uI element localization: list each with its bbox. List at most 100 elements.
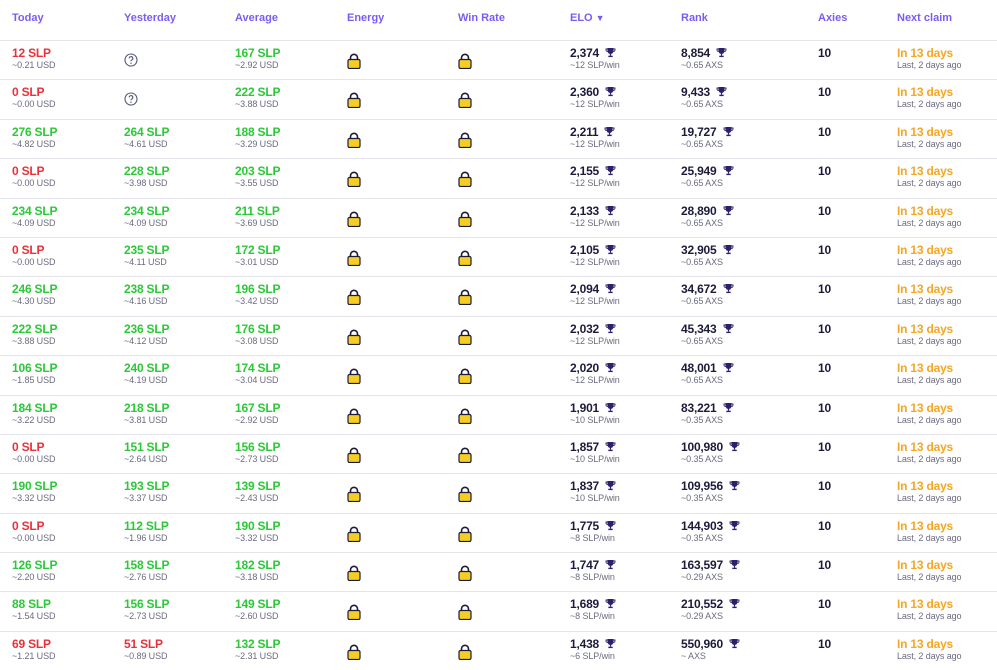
- elo-value: 1,775: [570, 518, 600, 533]
- average-cell: 196 SLP ~3.42 USD: [235, 282, 280, 307]
- axies-cell: 10: [818, 125, 831, 139]
- header-today[interactable]: Today: [12, 12, 44, 24]
- table-row[interactable]: 0 SLP ~0.00 USD 222 SLP ~3.88 USD 2,360 ~12 S…: [0, 80, 997, 120]
- today-slp: 246 SLP: [12, 282, 58, 297]
- rank-cell: 9,433 ~0.65 AXS: [681, 85, 727, 110]
- header-energy[interactable]: Energy: [347, 12, 384, 24]
- lock-icon[interactable]: [347, 447, 361, 463]
- lock-icon[interactable]: [458, 132, 472, 148]
- table-row[interactable]: 0 SLP ~0.00 USD 112 SLP ~1.96 USD 190 SLP ~3.…: [0, 514, 997, 554]
- lock-icon[interactable]: [347, 644, 361, 660]
- table-row[interactable]: 69 SLP ~1.21 USD 51 SLP ~0.89 USD 132 SLP ~2.…: [0, 632, 997, 670]
- axies-count: 10: [818, 518, 831, 533]
- lock-icon[interactable]: [347, 250, 361, 266]
- lock-icon[interactable]: [458, 289, 472, 306]
- today-usd: ~1.85 USD: [12, 375, 56, 386]
- yesterday-usd: ~4.61 USD: [124, 138, 168, 149]
- claim-cell: In 13 days Last, 2 days ago: [897, 322, 962, 347]
- table-row[interactable]: 12 SLP ~0.21 USD 167 SLP ~2.92 USD 2,374 ~12 …: [0, 41, 997, 81]
- today-cell: 234 SLP ~4.09 USD: [12, 204, 57, 229]
- today-usd: ~4.82 USD: [12, 138, 56, 149]
- table-row[interactable]: 234 SLP ~4.09 USD 234 SLP ~4.09 USD 211 SLP ~…: [0, 199, 997, 238]
- table-row[interactable]: 0 SLP ~0.00 USD 228 SLP ~3.98 USD 203 SLP ~3.…: [0, 159, 997, 199]
- today-usd: ~3.88 USD: [12, 335, 56, 346]
- lock-icon[interactable]: [347, 526, 361, 542]
- header-elo-group[interactable]: ELO ▼: [570, 12, 605, 24]
- table-row[interactable]: 126 SLP ~2.20 USD 158 SLP ~2.76 USD 182 SLP ~…: [0, 553, 997, 593]
- lock-icon[interactable]: [347, 92, 361, 109]
- header-axies[interactable]: Axies: [818, 12, 847, 24]
- yesterday-slp: 235 SLP: [124, 242, 170, 257]
- lock-icon[interactable]: [347, 171, 361, 188]
- trophy-icon: [599, 401, 616, 415]
- lock-icon[interactable]: [347, 408, 361, 424]
- table-row[interactable]: 190 SLP ~3.32 USD 193 SLP ~3.37 USD 139 SLP ~…: [0, 474, 997, 514]
- next-claim: In 13 days: [897, 85, 954, 100]
- lock-icon[interactable]: [347, 604, 361, 621]
- lock-icon[interactable]: [347, 211, 361, 227]
- claim-cell: In 13 days Last, 2 days ago: [897, 597, 962, 622]
- lock-icon[interactable]: [458, 211, 472, 227]
- lock-icon[interactable]: [458, 447, 472, 463]
- trophy-icon: [599, 85, 616, 99]
- yesterday-cell: 238 SLP ~4.16 USD: [124, 282, 169, 307]
- table-row[interactable]: 222 SLP ~3.88 USD 236 SLP ~4.12 USD 176 SLP ~…: [0, 317, 997, 357]
- elo-value: 2,374: [570, 46, 600, 60]
- header-average[interactable]: Average: [235, 12, 278, 24]
- table-row[interactable]: 184 SLP ~3.22 USD 218 SLP ~3.81 USD 167 SLP ~…: [0, 396, 997, 435]
- lock-icon[interactable]: [458, 368, 472, 385]
- lock-icon[interactable]: [458, 171, 472, 188]
- lock-icon[interactable]: [458, 526, 472, 542]
- average-cell: 167 SLP ~2.92 USD: [235, 46, 280, 71]
- next-claim: In 13 days: [897, 439, 954, 454]
- axies-cell: 10: [818, 361, 831, 375]
- elo-cell: 2,032 ~12 SLP/win: [570, 322, 620, 347]
- lock-icon[interactable]: [347, 486, 361, 503]
- yesterday-cell: 235 SLP ~4.11 USD: [124, 243, 169, 268]
- header-next-claim[interactable]: Next claim: [897, 12, 952, 24]
- trophy-icon: [717, 164, 734, 178]
- trophy-icon: [599, 204, 616, 218]
- header-yesterday[interactable]: Yesterday: [124, 12, 176, 24]
- lock-icon[interactable]: [458, 250, 472, 266]
- lock-icon[interactable]: [458, 565, 472, 582]
- lock-icon[interactable]: [347, 565, 361, 582]
- claim-cell: In 13 days Last, 2 days ago: [897, 558, 962, 583]
- lock-icon[interactable]: [458, 92, 472, 109]
- claim-cell: In 13 days Last, 2 days ago: [897, 46, 962, 71]
- lock-icon[interactable]: [347, 132, 361, 148]
- table-row[interactable]: 276 SLP ~4.82 USD 264 SLP ~4.61 USD 188 SLP ~…: [0, 120, 997, 160]
- help-circle-icon[interactable]: [124, 53, 138, 67]
- average-usd: ~2.60 USD: [235, 611, 279, 622]
- lock-icon[interactable]: [347, 53, 361, 69]
- last-claim: Last, 2 days ago: [897, 650, 962, 661]
- table-row[interactable]: 0 SLP ~0.00 USD 151 SLP ~2.64 USD 156 SLP ~2.…: [0, 435, 997, 475]
- average-cell: 182 SLP ~3.18 USD: [235, 558, 280, 583]
- trophy-icon: [599, 361, 616, 375]
- lock-icon[interactable]: [458, 604, 472, 621]
- today-slp: 190 SLP: [12, 479, 58, 494]
- lock-icon[interactable]: [458, 644, 472, 660]
- lock-icon[interactable]: [347, 368, 361, 385]
- header-rank[interactable]: Rank: [681, 12, 708, 24]
- lock-icon[interactable]: [347, 289, 361, 306]
- yesterday-usd: ~4.11 USD: [124, 256, 167, 267]
- lock-icon[interactable]: [458, 408, 472, 424]
- help-circle-icon[interactable]: [124, 92, 138, 106]
- trophy-icon: [599, 440, 616, 454]
- lock-icon[interactable]: [458, 486, 472, 503]
- table-row[interactable]: 246 SLP ~4.30 USD 238 SLP ~4.16 USD 196 SLP ~…: [0, 277, 997, 317]
- table-row[interactable]: 88 SLP ~1.54 USD 156 SLP ~2.73 USD 149 SLP ~2…: [0, 592, 997, 632]
- yesterday-slp: 234 SLP: [124, 203, 170, 218]
- lock-icon[interactable]: [347, 329, 361, 345]
- lock-icon[interactable]: [458, 53, 472, 69]
- header-win-rate[interactable]: Win Rate: [458, 12, 505, 24]
- today-cell: 0 SLP ~0.00 USD: [12, 164, 55, 189]
- lock-icon[interactable]: [458, 329, 472, 345]
- last-claim: Last, 2 days ago: [897, 453, 962, 464]
- average-cell: 139 SLP ~2.43 USD: [235, 479, 280, 504]
- next-claim: In 13 days: [897, 46, 954, 60]
- axies-count: 10: [818, 46, 831, 60]
- table-row[interactable]: 106 SLP ~1.85 USD 240 SLP ~4.19 USD 174 SLP ~…: [0, 356, 997, 396]
- table-row[interactable]: 0 SLP ~0.00 USD 235 SLP ~4.11 USD 172 SLP ~3.…: [0, 238, 997, 278]
